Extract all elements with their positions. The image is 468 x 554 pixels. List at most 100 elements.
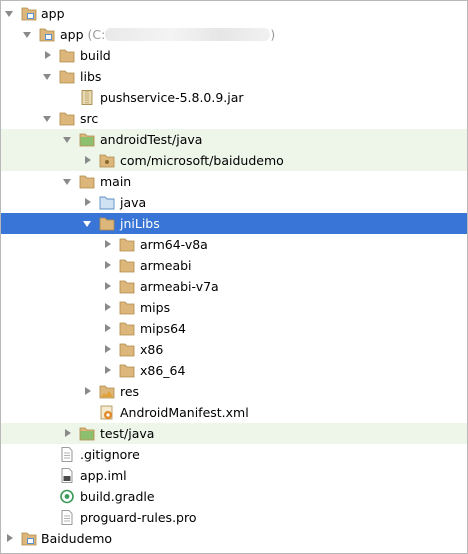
folder-icon — [119, 321, 135, 336]
text-file-icon — [59, 447, 75, 462]
module-folder-icon — [39, 27, 55, 42]
tree-label: main — [100, 174, 132, 189]
folder-icon — [119, 258, 135, 273]
tree-row-abi[interactable]: armeabi-v7a — [1, 276, 467, 297]
collapse-arrow-icon[interactable] — [103, 276, 113, 297]
tree-row-res[interactable]: res — [1, 381, 467, 402]
tree-row-build-gradle[interactable]: build.gradle — [1, 486, 467, 507]
tree-row-app-iml[interactable]: app.iml — [1, 465, 467, 486]
tree-label: build — [80, 48, 111, 63]
collapse-arrow-icon[interactable] — [83, 192, 93, 213]
tree-label: armeabi-v7a — [140, 279, 219, 294]
project-tree-panel: app app (C:) build libs pushservice-5.8.… — [0, 0, 468, 554]
tree-label: com/microsoft/baidudemo — [120, 153, 284, 168]
collapse-arrow-icon[interactable] — [83, 150, 93, 171]
tree-label: arm64-v8a — [140, 237, 208, 252]
module-folder-icon — [21, 531, 37, 546]
tree-row-androidtest-java[interactable]: androidTest/java — [1, 129, 467, 150]
folder-icon — [119, 237, 135, 252]
collapse-arrow-icon[interactable] — [103, 339, 113, 360]
collapse-arrow-icon[interactable] — [103, 318, 113, 339]
tree-label: build.gradle — [80, 489, 155, 504]
folder-icon — [79, 174, 95, 189]
expand-arrow-icon[interactable] — [43, 66, 53, 87]
test-source-folder-icon — [79, 132, 95, 147]
collapse-arrow-icon[interactable] — [63, 423, 73, 444]
tree-row-abi[interactable]: mips — [1, 297, 467, 318]
expand-arrow-icon[interactable] — [43, 108, 53, 129]
expand-arrow-icon[interactable] — [23, 24, 33, 45]
expand-arrow-icon[interactable] — [5, 3, 15, 24]
tree-row-abi[interactable]: armeabi — [1, 255, 467, 276]
tree-row-src[interactable]: src — [1, 108, 467, 129]
tree-row-test-java[interactable]: test/java — [1, 423, 467, 444]
test-source-folder-icon — [79, 426, 95, 441]
tree-label: x86_64 — [140, 363, 186, 378]
tree-row-app-module[interactable]: app (C:) — [1, 24, 467, 45]
gradle-file-icon — [59, 489, 75, 504]
jar-archive-icon — [79, 90, 95, 105]
expand-arrow-icon[interactable] — [63, 171, 73, 192]
tree-label: libs — [80, 69, 102, 84]
android-manifest-icon — [99, 405, 115, 420]
folder-icon — [59, 48, 75, 63]
tree-label: .gitignore — [80, 447, 140, 462]
tree-label: test/java — [100, 426, 155, 441]
tree-label: proguard-rules.pro — [80, 510, 197, 525]
tree-row-build[interactable]: build — [1, 45, 467, 66]
folder-icon — [119, 300, 135, 315]
collapse-arrow-icon[interactable] — [103, 297, 113, 318]
tree-label: x86 — [140, 342, 164, 357]
tree-row-pushservice-jar[interactable]: pushservice-5.8.0.9.jar — [1, 87, 467, 108]
folder-icon — [119, 342, 135, 357]
tree-row-abi[interactable]: x86 — [1, 339, 467, 360]
tree-label: app — [60, 27, 84, 42]
collapse-arrow-icon[interactable] — [83, 381, 93, 402]
tree-label: armeabi — [140, 258, 192, 273]
folder-icon — [119, 279, 135, 294]
expand-arrow-icon[interactable] — [83, 213, 93, 234]
expand-arrow-icon[interactable] — [63, 129, 73, 150]
module-folder-icon — [21, 6, 37, 21]
tree-row-jnilibs[interactable]: jniLibs — [1, 213, 467, 234]
tree-row-main[interactable]: main — [1, 171, 467, 192]
tree-label: java — [120, 195, 147, 210]
tree-row-abi[interactable]: arm64-v8a — [1, 234, 467, 255]
tree-row-java[interactable]: java — [1, 192, 467, 213]
tree-label: src — [80, 111, 99, 126]
resources-folder-icon — [99, 384, 115, 399]
tree-label: mips — [140, 300, 171, 315]
tree-row-libs[interactable]: libs — [1, 66, 467, 87]
module-path-prefix: (C: — [87, 27, 106, 42]
tree-label: androidTest/java — [100, 132, 203, 147]
tree-row-abi[interactable]: mips64 — [1, 318, 467, 339]
package-folder-icon — [99, 153, 115, 168]
tree-label: pushservice-5.8.0.9.jar — [100, 90, 244, 105]
tree-label: app.iml — [80, 468, 127, 483]
tree-row-android-manifest[interactable]: AndroidManifest.xml — [1, 402, 467, 423]
tree-label: jniLibs — [120, 216, 160, 231]
tree-label: res — [120, 384, 140, 399]
source-folder-icon — [99, 195, 115, 210]
redacted-path — [105, 28, 271, 41]
collapse-arrow-icon[interactable] — [43, 45, 53, 66]
collapse-arrow-icon[interactable] — [103, 255, 113, 276]
folder-icon — [99, 216, 115, 231]
module-path-suffix: ) — [270, 27, 276, 42]
tree-label: app — [41, 6, 65, 21]
tree-row-app-root[interactable]: app — [1, 3, 467, 24]
collapse-arrow-icon[interactable] — [5, 528, 15, 549]
tree-row-baidudemo[interactable]: Baidudemo — [1, 528, 467, 549]
tree-label: AndroidManifest.xml — [120, 405, 249, 420]
tree-row-abi[interactable]: x86_64 — [1, 360, 467, 381]
folder-icon — [119, 363, 135, 378]
tree-label: mips64 — [140, 321, 187, 336]
collapse-arrow-icon[interactable] — [103, 360, 113, 381]
tree-row-gitignore[interactable]: .gitignore — [1, 444, 467, 465]
text-file-icon — [59, 510, 75, 525]
tree-row-proguard-rules[interactable]: proguard-rules.pro — [1, 507, 467, 528]
collapse-arrow-icon[interactable] — [103, 234, 113, 255]
tree-label: Baidudemo — [41, 531, 113, 546]
tree-row-package-baidudemo[interactable]: com/microsoft/baidudemo — [1, 150, 467, 171]
folder-icon — [59, 111, 75, 126]
